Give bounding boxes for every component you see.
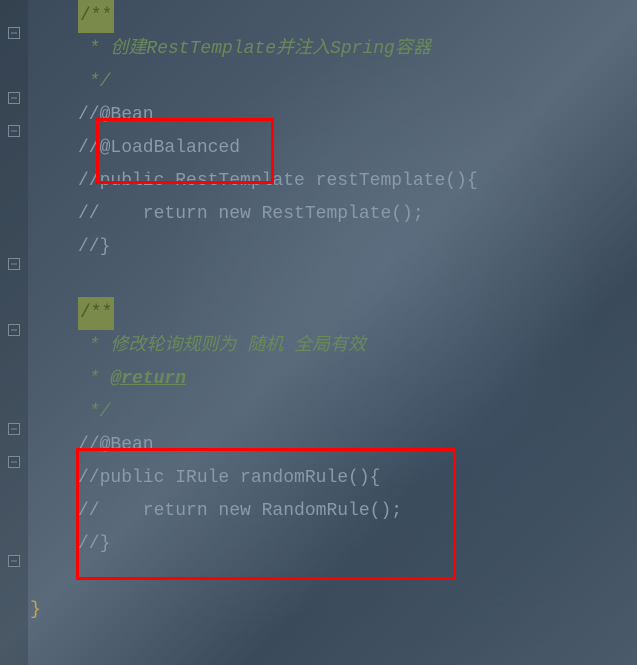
code-line: //} [78,231,637,264]
code-line: } [30,594,637,627]
code-line: * 创建RestTemplate并注入Spring容器 [78,33,637,66]
fold-icon[interactable] [8,555,20,567]
code-line: //public IRule randomRule(){ [78,462,637,495]
code-line: // return new RestTemplate(); [78,198,637,231]
code-line: //@Bean [78,429,637,462]
javadoc-return-tag: @return [110,369,186,389]
code-editor-content[interactable]: /** * 创建RestTemplate并注入Spring容器 */ //@Be… [30,0,637,627]
javadoc-start-marker: /** [78,0,114,33]
fold-icon[interactable] [8,125,20,137]
code-line: */ [78,66,637,99]
fold-icon[interactable] [8,258,20,270]
code-line: //public RestTemplate restTemplate(){ [78,165,637,198]
fold-icon[interactable] [8,324,20,336]
code-line [78,561,637,594]
fold-icon[interactable] [8,456,20,468]
code-line: */ [78,396,637,429]
code-line: * 修改轮询规则为 随机 全局有效 [78,330,637,363]
fold-icon[interactable] [8,27,20,39]
code-line: * @return [78,363,637,396]
code-line: //} [78,528,637,561]
code-line: // return new RandomRule(); [78,495,637,528]
fold-icon[interactable] [8,92,20,104]
code-line: //@Bean [78,99,637,132]
code-line: /** [78,0,637,33]
code-line [78,264,637,297]
fold-icon[interactable] [8,423,20,435]
javadoc-start-marker: /** [78,297,114,330]
code-line: //@LoadBalanced [78,132,637,165]
editor-gutter [0,0,28,665]
code-line: /** [78,297,637,330]
